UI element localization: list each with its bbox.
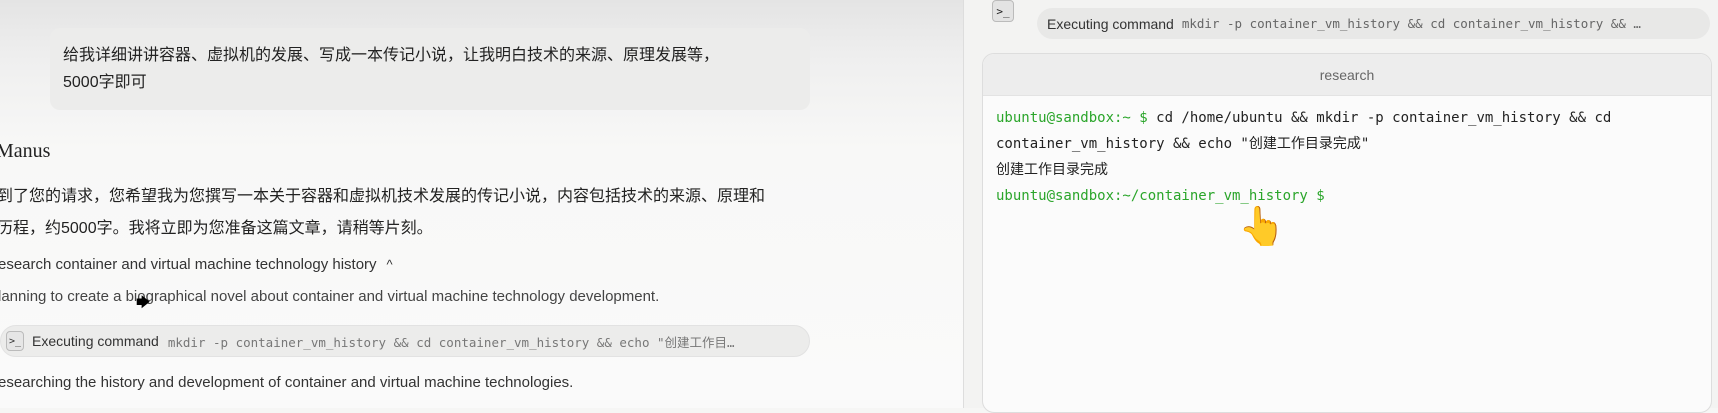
terminal-output-line: 创建工作目录完成 (996, 162, 1108, 178)
reply-line: 到了您的请求，您希望我为您撰写一本关于容器和虚拟机技术发展的传记小说，内容包括技… (0, 188, 766, 205)
command-label: Executing command (1047, 15, 1174, 32)
step-header[interactable]: esearch container and virtual machine te… (0, 256, 393, 273)
terminal-icon: >_ (6, 331, 24, 351)
planning-text: lanning to create a biographical novel a… (0, 288, 660, 305)
command-pill[interactable]: >_ Executing command mkdir -p container_… (0, 325, 810, 357)
terminal-prompt: ubuntu@sandbox:~ $ (996, 110, 1148, 126)
agent-reply: 到了您的请求，您希望我为您撰写一本关于容器和虚拟机技术发展的传记小说，内容包括技… (0, 181, 827, 245)
user-message-line: 给我详细讲讲容器、虚拟机的发展、写成一本传记小说，让我明白技术的来源、原理发展等… (63, 47, 720, 64)
terminal-output[interactable]: ubuntu@sandbox:~ $ cd /home/ubuntu && mk… (983, 96, 1711, 218)
reply-line: 历程，约5000字。我将立即为您准备这篇文章，请稍等片刻。 (0, 220, 433, 237)
step-title: esearch container and virtual machine te… (0, 256, 377, 273)
command-text: mkdir -p container_vm_history && cd cont… (167, 334, 735, 350)
terminal-prompt: ubuntu@sandbox:~/container_vm_history $ (996, 188, 1325, 204)
terminal-icon: >_ (992, 0, 1014, 22)
terminal-command: cd /home/ubuntu && mkdir -p container_vm… (1147, 110, 1612, 126)
agent-name: Manus (0, 140, 51, 162)
user-message-line: 5000字即可 (63, 74, 147, 91)
command-text: mkdir -p container_vm_history && cd cont… (1181, 16, 1641, 31)
terminal-command: container_vm_history && echo "创建工作目录完成" (996, 136, 1370, 152)
terminal-window[interactable]: research ubuntu@sandbox:~ $ cd /home/ubu… (982, 53, 1712, 413)
terminal-title: research (983, 54, 1711, 96)
chat-panel: 给我详细讲讲容器、虚拟机的发展、写成一本传记小说，让我明白技术的来源、原理发展等… (0, 0, 963, 408)
arrow-cursor-icon: 🡆 (136, 294, 151, 310)
current-command-pill[interactable]: Executing command mkdir -p container_vm_… (1037, 8, 1710, 39)
command-label: Executing command (32, 333, 159, 349)
hand-pointer-cursor-icon: 👆 (1238, 206, 1286, 248)
user-message: 给我详细讲讲容器、虚拟机的发展、写成一本传记小说，让我明白技术的来源、原理发展等… (50, 28, 810, 110)
researching-text: esearching the history and development o… (0, 374, 574, 391)
chevron-up-icon[interactable]: ^ (387, 257, 393, 272)
